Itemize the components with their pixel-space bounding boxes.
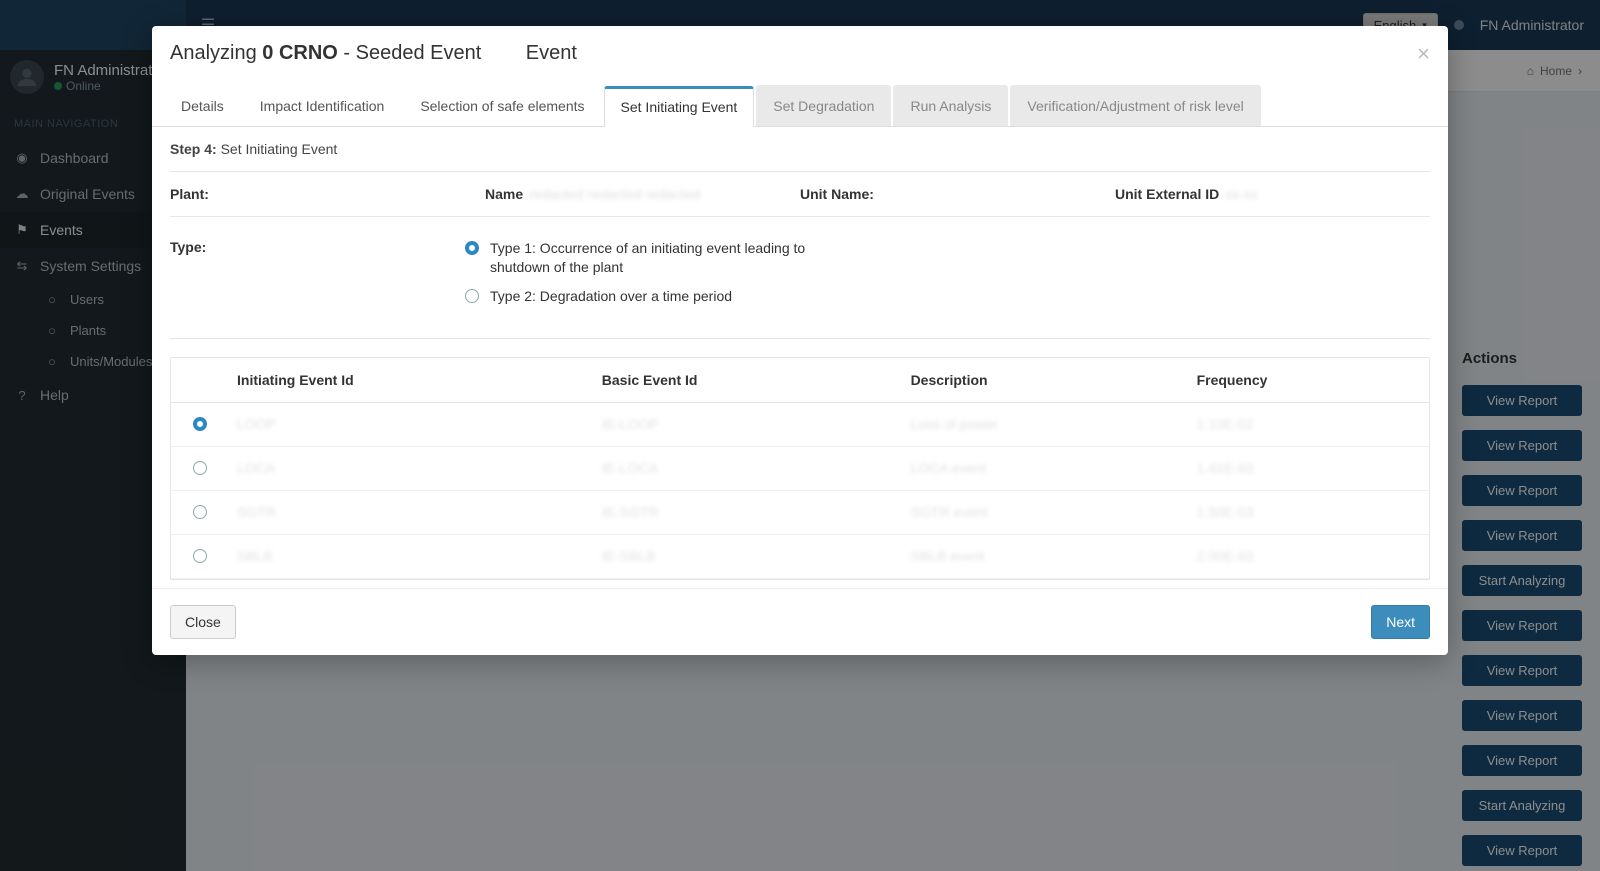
modal-tabs: Details Impact Identification Selection …	[152, 85, 1448, 127]
col-basic-id: Basic Event Id	[592, 358, 901, 403]
table-header-row: Initiating Event Id Basic Event Id Descr…	[171, 358, 1429, 403]
cell-init-id: SBLB	[227, 534, 592, 578]
step-text: Set Initiating Event	[221, 141, 338, 157]
row-select-radio[interactable]	[193, 461, 207, 475]
cell-desc: SGTR event	[901, 490, 1187, 534]
cell-basic-id: IE-LOOP	[592, 402, 901, 446]
type-option-2[interactable]: Type 2: Degradation over a time period	[460, 287, 820, 306]
cell-desc: Loss of power	[901, 402, 1187, 446]
cell-init-id: SGTR	[227, 490, 592, 534]
modal-body: Step 4: Set Initiating Event Plant: Name…	[152, 127, 1448, 588]
cell-desc: LOCA event	[901, 446, 1187, 490]
modal-title: Analyzing 0 CRNO - Seeded Event Event	[170, 42, 577, 65]
close-button[interactable]: Close	[170, 605, 236, 639]
type-label: Type:	[170, 239, 460, 316]
title-suffix: Event	[520, 42, 577, 64]
tab-label: Verification/Adjustment of risk level	[1027, 98, 1243, 114]
table-row[interactable]: LOOPIE-LOOPLoss of power1.10E-02	[171, 402, 1429, 446]
tab-verification: Verification/Adjustment of risk level	[1010, 85, 1260, 126]
analyze-modal: Analyzing 0 CRNO - Seeded Event Event × …	[152, 26, 1448, 655]
name-value: redacted redacted redacted	[529, 186, 700, 202]
tab-label: Details	[181, 98, 224, 114]
table-row[interactable]: SGTRIE-SGTRSGTR event1.50E-03	[171, 490, 1429, 534]
tab-details[interactable]: Details	[164, 85, 241, 126]
unit-name-label: Unit Name:	[800, 186, 874, 202]
modal-header: Analyzing 0 CRNO - Seeded Event Event ×	[152, 26, 1448, 79]
col-init-id: Initiating Event Id	[227, 358, 592, 403]
close-icon: ×	[1417, 41, 1430, 66]
cell-desc: SBLB event	[901, 534, 1187, 578]
tab-label: Selection of safe elements	[420, 98, 584, 114]
next-button[interactable]: Next	[1371, 605, 1430, 639]
table-row[interactable]: SBLBIE-SBLBSBLB event2.00E-03	[171, 534, 1429, 578]
tab-selection[interactable]: Selection of safe elements	[403, 85, 601, 126]
title-prefix: Analyzing	[170, 42, 262, 64]
cell-basic-id: IE-SBLB	[592, 534, 901, 578]
tab-label: Set Initiating Event	[621, 99, 738, 115]
type-options: Type 1: Occurrence of an initiating even…	[460, 239, 820, 316]
tab-run-analysis: Run Analysis	[893, 85, 1008, 126]
title-mid: - Seeded Event	[338, 42, 481, 64]
col-desc: Description	[901, 358, 1187, 403]
cell-freq: 1.50E-03	[1187, 490, 1429, 534]
type-option-1-label: Type 1: Occurrence of an initiating even…	[490, 239, 820, 277]
row-select-radio[interactable]	[193, 417, 207, 431]
type-radio-2[interactable]	[465, 289, 479, 303]
tab-label: Run Analysis	[910, 98, 991, 114]
step-label: Step 4:	[170, 141, 217, 157]
close-button-label: Close	[185, 614, 221, 630]
plant-label: Plant:	[170, 186, 209, 202]
unit-ext-value: xx-xx	[1225, 186, 1258, 202]
modal-close-button[interactable]: ×	[1417, 43, 1430, 65]
tab-set-degradation: Set Degradation	[756, 85, 891, 126]
step-indicator: Step 4: Set Initiating Event	[170, 141, 1430, 157]
row-select-radio[interactable]	[193, 549, 207, 563]
next-button-label: Next	[1386, 614, 1415, 630]
type-radio-1[interactable]	[465, 241, 479, 255]
type-option-2-label: Type 2: Degradation over a time period	[490, 287, 732, 306]
tab-label: Impact Identification	[260, 98, 385, 114]
title-bold: 0 CRNO	[262, 42, 338, 64]
meta-row: Plant: Name redacted redacted redacted Un…	[170, 171, 1430, 217]
tab-impact[interactable]: Impact Identification	[243, 85, 402, 126]
cell-init-id: LOOP	[227, 402, 592, 446]
table-row[interactable]: LOCAIE-LOCALOCA event1.41E-03	[171, 446, 1429, 490]
col-select	[171, 358, 227, 403]
modal-footer: Close Next	[152, 588, 1448, 655]
type-row: Type: Type 1: Occurrence of an initiatin…	[170, 217, 1430, 339]
type-option-1[interactable]: Type 1: Occurrence of an initiating even…	[460, 239, 820, 277]
cell-freq: 2.00E-03	[1187, 534, 1429, 578]
unit-ext-label: Unit External ID	[1115, 186, 1219, 202]
cell-init-id: LOCA	[227, 446, 592, 490]
cell-freq: 1.10E-02	[1187, 402, 1429, 446]
cell-freq: 1.41E-03	[1187, 446, 1429, 490]
cell-basic-id: IE-LOCA	[592, 446, 901, 490]
tab-set-initiating[interactable]: Set Initiating Event	[604, 86, 755, 127]
cell-basic-id: IE-SGTR	[592, 490, 901, 534]
col-freq: Frequency	[1187, 358, 1429, 403]
tab-label: Set Degradation	[773, 98, 874, 114]
row-select-radio[interactable]	[193, 505, 207, 519]
initiating-event-table: Initiating Event Id Basic Event Id Descr…	[170, 357, 1430, 580]
name-label: Name	[485, 186, 523, 202]
